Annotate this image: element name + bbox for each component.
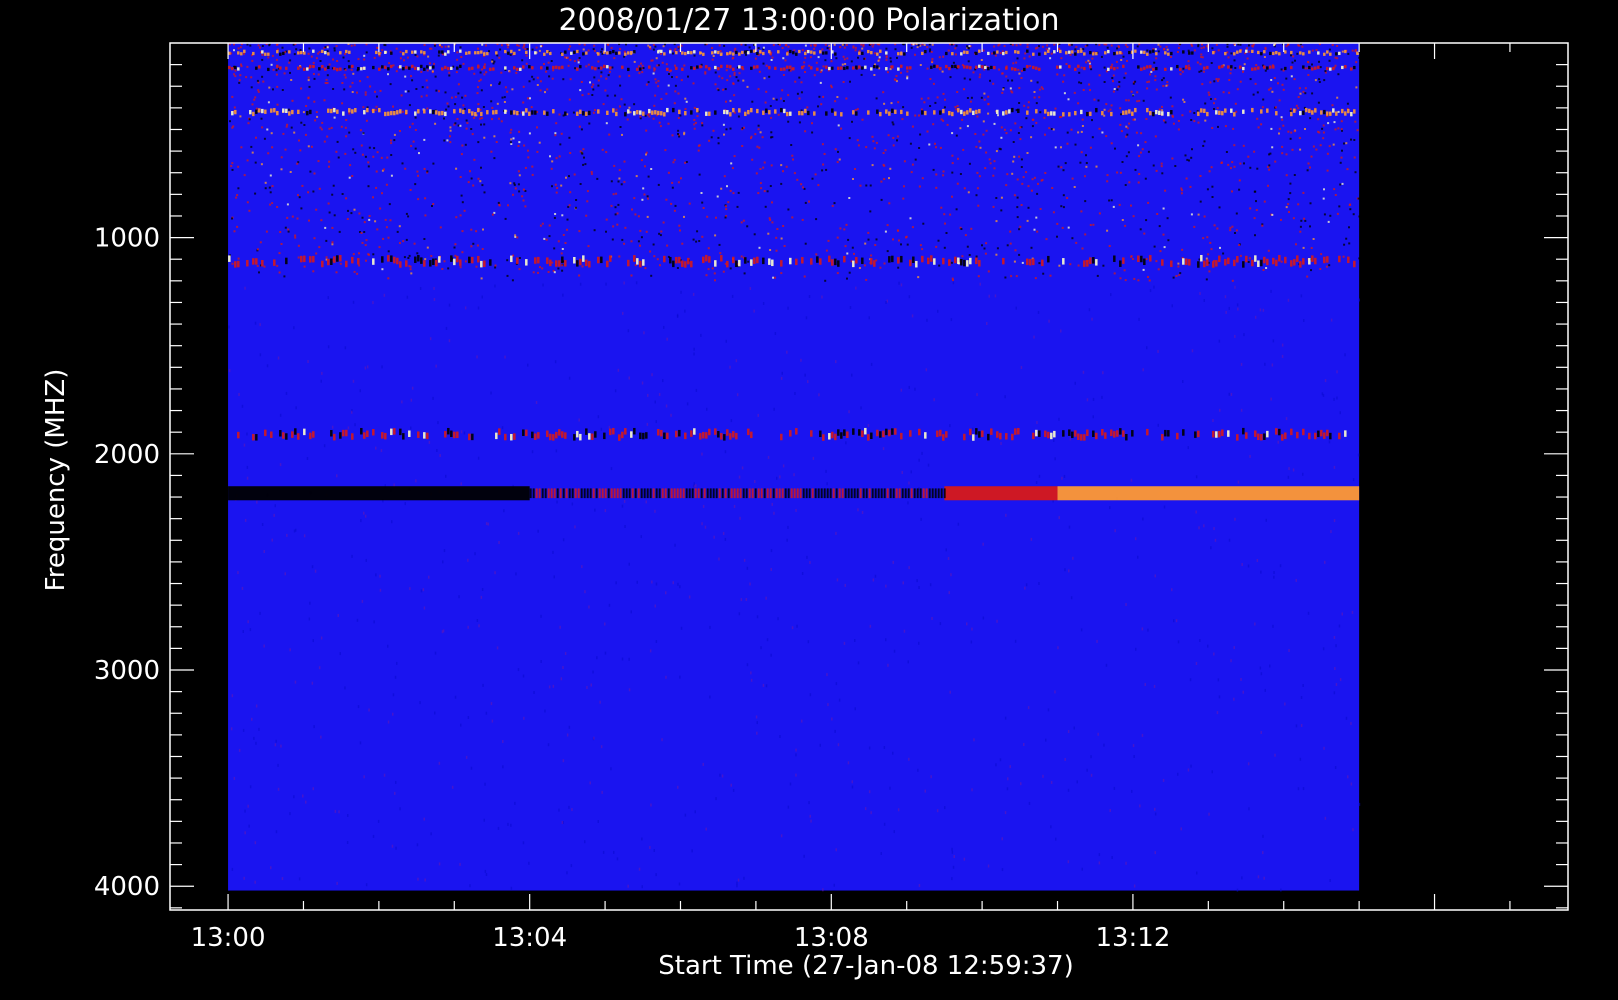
y-tick-label: 4000 (94, 872, 160, 902)
y-tick-label: 1000 (94, 224, 160, 254)
heatmap-base (228, 43, 1360, 891)
emission-band (1057, 486, 1360, 501)
heatmap-image (228, 43, 1361, 892)
polarization-spectrogram: 2008/01/27 13:00:00 Polarization 13:00 13… (0, 0, 1618, 1000)
y-axis-label: Frequency (MHZ) (41, 369, 71, 592)
x-axis-label: Start Time (27-Jan-08 12:59:37) (658, 951, 1073, 981)
x-tick-label: 13:04 (492, 923, 567, 953)
chart-title: 2008/01/27 13:00:00 Polarization (558, 3, 1059, 38)
emission-band (944, 486, 1058, 501)
x-tick-label: 13:08 (794, 923, 869, 953)
y-tick-label: 3000 (94, 656, 160, 686)
y-tick-label: 2000 (94, 440, 160, 470)
x-tick-label: 13:00 (191, 923, 266, 953)
dark-band (228, 486, 530, 501)
x-tick-label: 13:12 (1095, 923, 1170, 953)
